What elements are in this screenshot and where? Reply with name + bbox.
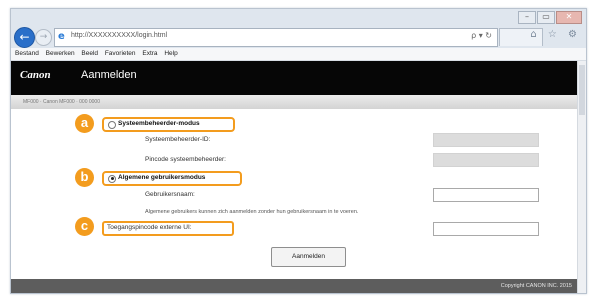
general-mode-note: Algemene gebruikers kunnen zich aanmelde… (145, 209, 359, 215)
login-button[interactable]: Aanmelden (271, 247, 346, 267)
canon-logo: Canon (20, 69, 51, 81)
admin-mode-label: Systeembeheerder-modus (118, 120, 200, 127)
admin-id-field[interactable] (433, 133, 539, 147)
device-info-bar: MF000 · Canon MF000 · 000 0000 (11, 95, 578, 109)
scrollbar-thumb[interactable] (579, 65, 585, 115)
marker-a: a (75, 114, 94, 133)
marker-c: c (75, 217, 94, 236)
menu-view[interactable]: Beeld (81, 50, 98, 57)
remote-pin-highlight: Toegangspincode externe UI: (102, 221, 234, 236)
menu-file[interactable]: Bestand (15, 50, 39, 57)
home-favorites-tools-icons[interactable]: ⌂ ☆ ⚙ (530, 29, 581, 40)
copyright-text: Copyright CANON INC. 2015 (500, 283, 572, 289)
marker-b: b (75, 168, 94, 187)
username-label: Gebruikersnaam: (145, 191, 195, 198)
general-mode-label: Algemene gebruikersmodus (118, 174, 206, 181)
menu-bar: Bestand Bewerken Beeld Favorieten Extra … (11, 48, 586, 61)
menu-edit[interactable]: Bewerken (46, 50, 75, 57)
admin-id-label: Systeembeheerder-ID: (145, 136, 211, 143)
close-button[interactable]: ✕ (556, 11, 582, 24)
page-footer: Copyright CANON INC. 2015 (11, 279, 578, 293)
general-mode-radio[interactable] (108, 174, 116, 183)
forward-button[interactable]: → (35, 29, 52, 46)
back-button[interactable]: ← (14, 27, 35, 48)
minimize-button[interactable]: – (518, 11, 536, 24)
title-bar: – ▭ ✕ (11, 9, 586, 25)
admin-mode-option[interactable]: Systeembeheerder-modus (102, 117, 235, 132)
navigation-bar: ← → e http://XXXXXXXXXX/login.html ρ ▾ ↻… (11, 25, 586, 48)
url-text[interactable]: http://XXXXXXXXXX/login.html (71, 32, 167, 39)
menu-help[interactable]: Help (164, 50, 177, 57)
general-mode-option[interactable]: Algemene gebruikersmodus (102, 171, 242, 186)
device-info-text: MF000 · Canon MF000 · 000 0000 (23, 99, 100, 105)
remote-pin-label: Toegangspincode externe UI: (107, 224, 192, 231)
browser-window: – ▭ ✕ ← → e http://XXXXXXXXXX/login.html… (10, 8, 587, 294)
window-controls: – ▭ ✕ (518, 11, 582, 24)
remote-pin-field[interactable] (433, 222, 539, 236)
username-field[interactable] (433, 188, 539, 202)
menu-tools[interactable]: Extra (142, 50, 157, 57)
address-bar[interactable]: e http://XXXXXXXXXX/login.html ρ ▾ ↻ (54, 28, 498, 47)
maximize-button[interactable]: ▭ (537, 11, 555, 24)
search-refresh-icons[interactable]: ρ ▾ ↻ (471, 31, 492, 40)
page-header: Canon Aanmelden (11, 61, 578, 95)
admin-pin-field[interactable] (433, 153, 539, 167)
menu-favorites[interactable]: Favorieten (105, 50, 136, 57)
ie-icon: e (58, 31, 65, 42)
page-title: Aanmelden (81, 69, 137, 81)
login-page: Canon Aanmelden MF000 · Canon MF000 · 00… (11, 61, 578, 293)
vertical-scrollbar[interactable] (577, 61, 586, 293)
admin-mode-radio[interactable] (108, 120, 116, 129)
admin-pin-label: Pincode systeembeheerder: (145, 156, 226, 163)
